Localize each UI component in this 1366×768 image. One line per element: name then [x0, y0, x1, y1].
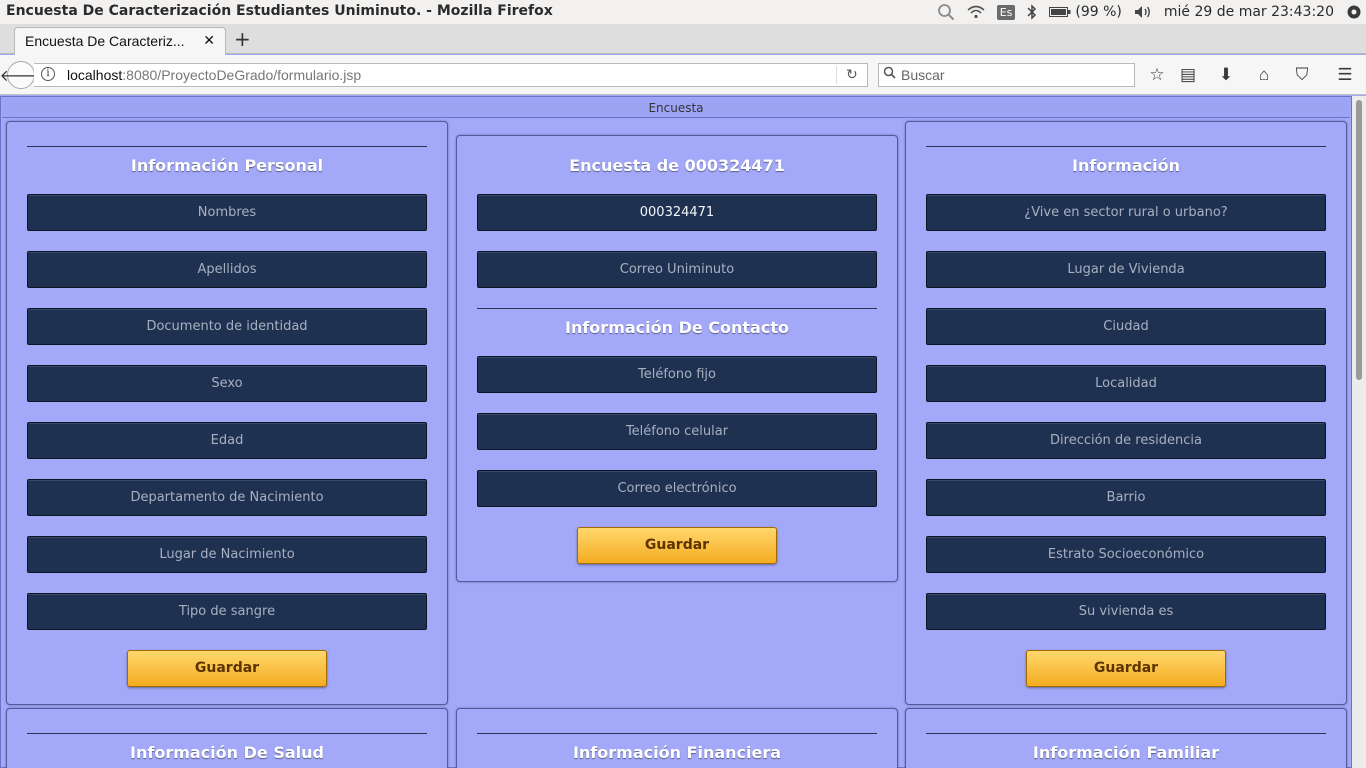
documento-field[interactable]: Documento de identidad — [27, 308, 427, 345]
residence-info-title: Información — [1071, 156, 1180, 175]
residence-info-card: Información ¿Vive en sector rural o urba… — [905, 121, 1347, 705]
power-gear-icon[interactable] — [1346, 4, 1362, 20]
barrio-field[interactable]: Barrio — [926, 479, 1326, 516]
nombres-field[interactable]: Nombres — [27, 194, 427, 231]
divider — [477, 733, 877, 734]
url-text[interactable]: localhost:8080/ProyectoDeGrado/formulari… — [67, 67, 361, 83]
navigation-bar: 🡐 i localhost:8080/ProyectoDeGrado/formu… — [0, 55, 1366, 95]
sexo-field[interactable]: Sexo — [27, 365, 427, 402]
save-residence-button[interactable]: Guardar — [1026, 650, 1226, 687]
divider — [27, 146, 427, 147]
scrollbar-thumb[interactable] — [1356, 100, 1362, 380]
page-header: Encuesta — [2, 98, 1350, 118]
close-tab-icon[interactable]: ✕ — [203, 32, 215, 49]
clock[interactable]: mié 29 de mar 23:43:20 — [1164, 4, 1334, 20]
health-info-card: Información De Salud — [6, 708, 448, 768]
downloads-icon[interactable]: ⬇ — [1215, 65, 1237, 85]
site-info-icon[interactable]: i — [41, 67, 55, 81]
reload-icon[interactable]: ↻ — [846, 66, 858, 83]
page-content: Encuesta Información Personal Nombres Ap… — [0, 96, 1352, 768]
os-top-panel: Encuesta De Caracterización Estudiantes … — [0, 0, 1366, 24]
back-button[interactable]: 🡐 — [0, 61, 42, 89]
url-separator — [836, 66, 837, 84]
search-bar[interactable] — [878, 63, 1135, 87]
survey-card: Encuesta de 000324471 000324471 Correo U… — [456, 135, 898, 582]
save-contact-button[interactable]: Guardar — [577, 527, 777, 564]
localidad-field[interactable]: Localidad — [926, 365, 1326, 402]
battery-indicator[interactable]: (99 %) — [1049, 4, 1122, 20]
search-bar-icon — [883, 66, 896, 82]
family-info-title: Información Familiar — [1032, 743, 1220, 762]
lugar-vivienda-field[interactable]: Lugar de Vivienda — [926, 251, 1326, 288]
personal-info-card: Información Personal Nombres Apellidos D… — [6, 121, 448, 705]
departamento-nacimiento-field[interactable]: Departamento de Nacimiento — [27, 479, 427, 516]
keyboard-layout-indicator[interactable]: Es — [996, 4, 1016, 20]
battery-icon — [1049, 7, 1071, 17]
estrato-field[interactable]: Estrato Socioeconómico — [926, 536, 1326, 573]
divider — [926, 733, 1326, 734]
save-personal-button[interactable]: Guardar — [127, 650, 327, 687]
ciudad-field[interactable]: Ciudad — [926, 308, 1326, 345]
survey-title: Encuesta de 000324471 — [569, 156, 785, 175]
menu-icon[interactable]: ☰ — [1334, 65, 1356, 85]
tipo-sangre-field[interactable]: Tipo de sangre — [27, 593, 427, 630]
new-tab-icon[interactable]: + — [234, 28, 251, 50]
battery-percent: (99 %) — [1075, 4, 1122, 20]
home-icon[interactable]: ⌂ — [1253, 65, 1275, 85]
search-input[interactable] — [901, 66, 1131, 84]
tipo-vivienda-field[interactable]: Su vivienda es — [926, 593, 1326, 630]
family-info-card: Información Familiar — [905, 708, 1347, 768]
lugar-nacimiento-field[interactable]: Lugar de Nacimiento — [27, 536, 427, 573]
divider — [926, 146, 1326, 147]
url-bar[interactable]: i localhost:8080/ProyectoDeGrado/formula… — [34, 63, 868, 87]
telefono-celular-field[interactable]: Teléfono celular — [477, 413, 877, 450]
url-path: :8080/ProyectoDeGrado/formulario.jsp — [122, 67, 362, 83]
correo-electronico-field[interactable]: Correo electrónico — [477, 470, 877, 507]
contact-info-title: Información De Contacto — [565, 318, 789, 337]
tab-encuesta[interactable]: Encuesta De Caracteriz... ✕ — [14, 27, 226, 55]
url-host: localhost — [67, 67, 123, 83]
apellidos-field[interactable]: Apellidos — [27, 251, 427, 288]
correo-uniminuto-field[interactable]: Correo Uniminuto — [477, 251, 877, 288]
wifi-icon[interactable] — [967, 5, 985, 19]
tab-strip: Encuesta De Caracteriz... ✕ + — [0, 24, 1366, 55]
pocket-icon[interactable]: ⛉ — [1291, 65, 1313, 85]
reading-list-icon[interactable]: ▤ — [1177, 65, 1199, 85]
window-title: Encuesta De Caracterización Estudiantes … — [6, 3, 553, 19]
financial-info-title: Información Financiera — [572, 743, 782, 762]
volume-icon[interactable] — [1134, 5, 1152, 19]
telefono-fijo-field[interactable]: Teléfono fijo — [477, 356, 877, 393]
sector-field[interactable]: ¿Vive en sector rural o urbano? — [926, 194, 1326, 231]
search-icon[interactable] — [937, 3, 955, 21]
bookmark-star-icon[interactable]: ☆ — [1146, 65, 1168, 85]
system-tray: Es (99 %) mié 29 de mar 23:43:20 — [937, 0, 1366, 24]
student-id-field[interactable]: 000324471 — [477, 194, 877, 231]
tab-title: Encuesta De Caracteriz... — [25, 33, 185, 49]
edad-field[interactable]: Edad — [27, 422, 427, 459]
divider — [27, 733, 427, 734]
health-info-title: Información De Salud — [130, 743, 324, 762]
direccion-field[interactable]: Dirección de residencia — [926, 422, 1326, 459]
page-scrollbar[interactable] — [1352, 96, 1366, 768]
divider — [477, 308, 877, 309]
bluetooth-icon[interactable] — [1027, 4, 1037, 20]
financial-info-card: Información Financiera — [456, 708, 898, 768]
personal-info-title: Información Personal — [130, 156, 324, 175]
